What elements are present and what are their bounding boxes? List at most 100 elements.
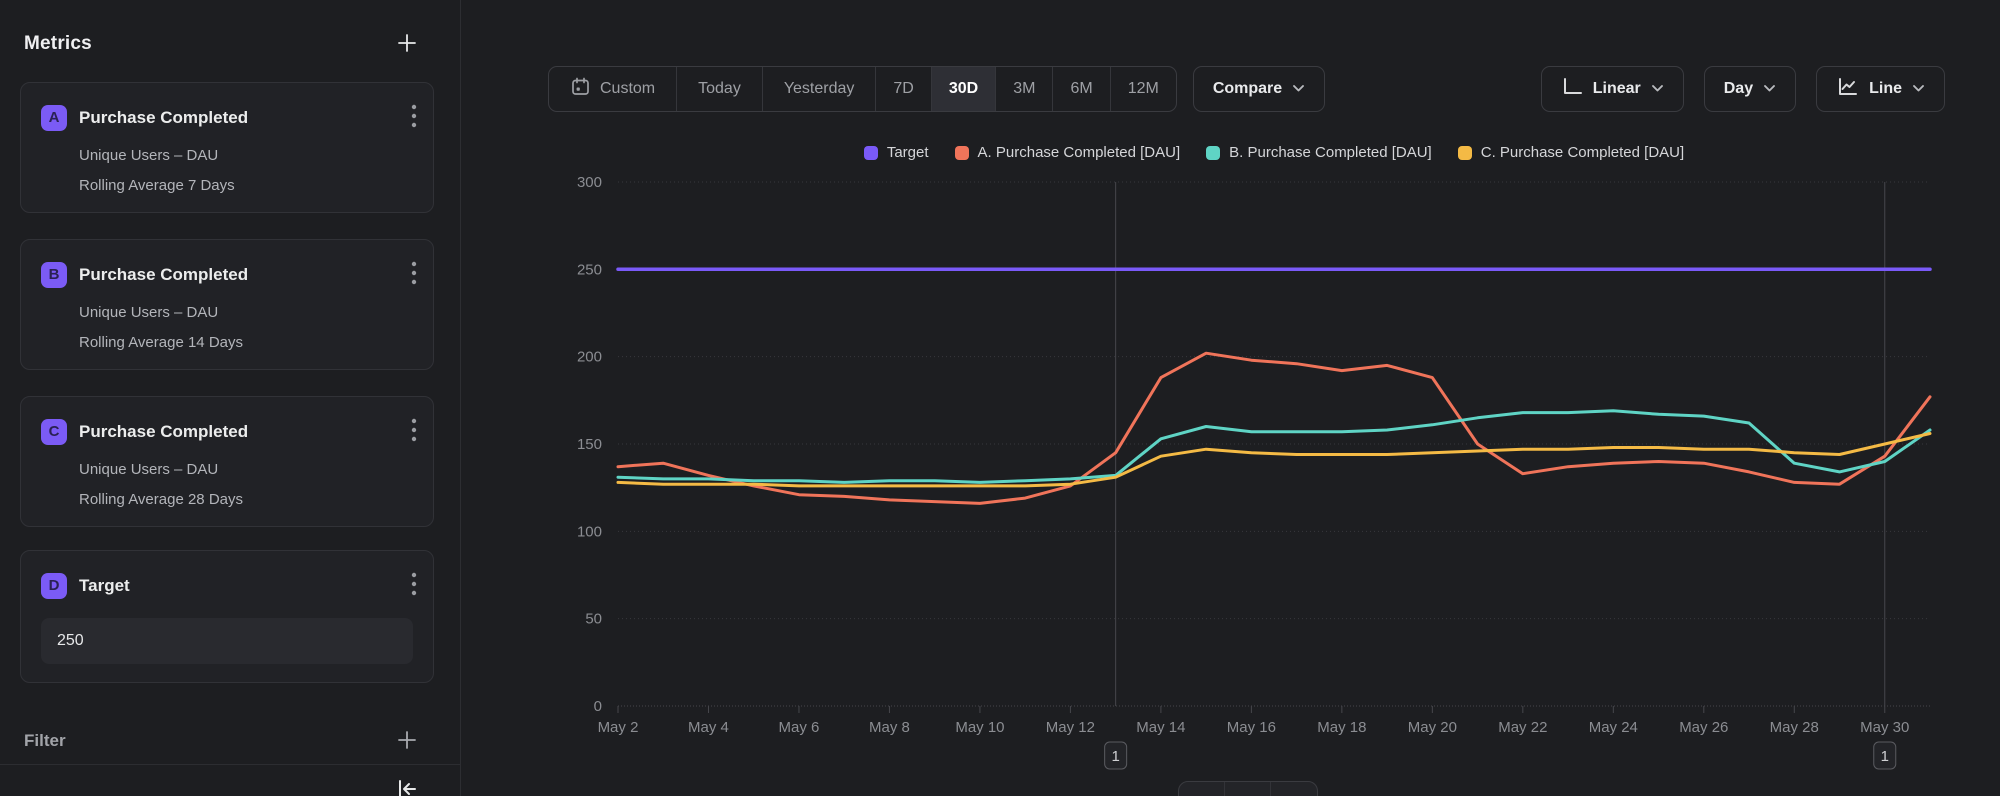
annotation-badge-label: 1 bbox=[1881, 748, 1889, 765]
chevron-down-icon bbox=[1763, 80, 1776, 98]
chevron-down-icon bbox=[1651, 80, 1664, 98]
range-label: 7D bbox=[893, 80, 913, 98]
metric-badge-c: C bbox=[41, 419, 67, 445]
chart-type-label: Line bbox=[1869, 80, 1902, 98]
chart-panel: Custom Today Yesterday 7D 30D 3M 6M 12M … bbox=[461, 0, 2000, 796]
interval-selector-button[interactable]: Day bbox=[1704, 66, 1796, 112]
collapse-sidebar-button[interactable] bbox=[392, 774, 422, 796]
x-axis-tick-label: May 20 bbox=[1408, 719, 1457, 736]
compare-button[interactable]: Compare bbox=[1193, 66, 1325, 112]
range-label: Yesterday bbox=[784, 80, 855, 98]
range-label: 12M bbox=[1128, 80, 1159, 98]
sidebar-title: Metrics bbox=[24, 33, 92, 55]
chart-size-small-button[interactable] bbox=[1179, 782, 1225, 796]
x-axis-tick-label: May 18 bbox=[1317, 719, 1366, 736]
sidebar-divider bbox=[0, 764, 460, 765]
metrics-sidebar: Metrics A Purchase Completed Unique User… bbox=[0, 0, 460, 796]
x-axis-tick-label: May 16 bbox=[1227, 719, 1276, 736]
series-b bbox=[618, 411, 1930, 483]
x-axis-tick-label: May 14 bbox=[1136, 719, 1185, 736]
kebab-icon bbox=[411, 571, 417, 600]
line-chart[interactable]: 050100150200250300May 2May 4May 6May 8Ma… bbox=[560, 130, 1960, 790]
x-axis-tick-label: May 4 bbox=[688, 719, 729, 736]
kebab-icon bbox=[411, 103, 417, 132]
date-range-selector: Custom Today Yesterday 7D 30D 3M 6M 12M bbox=[548, 66, 1177, 112]
metric-badge-d: D bbox=[41, 573, 67, 599]
range-label: 6M bbox=[1070, 80, 1092, 98]
filter-section: Filter bbox=[24, 726, 420, 756]
metric-measure: Unique Users – DAU bbox=[79, 304, 413, 321]
kebab-icon bbox=[411, 260, 417, 289]
x-axis-tick-label: May 28 bbox=[1770, 719, 1819, 736]
y-axis-tick-label: 100 bbox=[577, 523, 602, 540]
add-metric-button[interactable] bbox=[394, 30, 420, 59]
metric-rolling: Rolling Average 7 Days bbox=[79, 177, 413, 194]
x-axis-tick-label: May 26 bbox=[1679, 719, 1728, 736]
y-axis-tick-label: 200 bbox=[577, 349, 602, 366]
metric-badge-a: A bbox=[41, 105, 67, 131]
metric-menu-button[interactable] bbox=[409, 415, 419, 448]
target-menu-button[interactable] bbox=[409, 569, 419, 602]
collapse-left-icon bbox=[394, 776, 420, 796]
range-6m[interactable]: 6M bbox=[1053, 67, 1110, 111]
metric-card-c[interactable]: C Purchase Completed Unique Users – DAU … bbox=[20, 396, 434, 527]
range-3m[interactable]: 3M bbox=[996, 67, 1053, 111]
range-12m[interactable]: 12M bbox=[1111, 67, 1176, 111]
metric-measure: Unique Users – DAU bbox=[79, 147, 413, 164]
y-axis-tick-label: 250 bbox=[577, 261, 602, 278]
chevron-down-icon bbox=[1912, 80, 1925, 98]
y-axis-tick-label: 300 bbox=[577, 174, 602, 191]
line-chart-icon bbox=[1836, 76, 1859, 102]
range-custom[interactable]: Custom bbox=[549, 67, 677, 111]
chart-type-selector-button[interactable]: Line bbox=[1816, 66, 1945, 112]
kebab-icon bbox=[411, 417, 417, 446]
x-axis-tick-label: May 6 bbox=[779, 719, 820, 736]
interval-label: Day bbox=[1724, 80, 1753, 98]
range-label: 3M bbox=[1013, 80, 1035, 98]
range-7d[interactable]: 7D bbox=[876, 67, 931, 111]
range-label: 30D bbox=[949, 80, 978, 98]
range-today[interactable]: Today bbox=[677, 67, 763, 111]
metric-card-a[interactable]: A Purchase Completed Unique Users – DAU … bbox=[20, 82, 434, 213]
plus-icon bbox=[396, 729, 418, 754]
metric-card-b[interactable]: B Purchase Completed Unique Users – DAU … bbox=[20, 239, 434, 370]
x-axis-tick-label: May 2 bbox=[598, 719, 639, 736]
metric-menu-button[interactable] bbox=[409, 101, 419, 134]
metric-badge-b: B bbox=[41, 262, 67, 288]
range-yesterday[interactable]: Yesterday bbox=[763, 67, 877, 111]
chart-size-large-button[interactable] bbox=[1271, 782, 1317, 796]
annotation-badge-label: 1 bbox=[1111, 748, 1119, 765]
sidebar-header: Metrics bbox=[24, 30, 420, 58]
chart-size-toggle bbox=[1178, 781, 1318, 796]
range-label: Custom bbox=[600, 80, 655, 98]
metric-title: Purchase Completed bbox=[79, 422, 397, 442]
target-card[interactable]: D Target bbox=[20, 550, 434, 683]
chart-size-medium-button[interactable] bbox=[1225, 782, 1271, 796]
add-filter-button[interactable] bbox=[394, 727, 420, 756]
x-axis-tick-label: May 22 bbox=[1498, 719, 1547, 736]
compare-label: Compare bbox=[1213, 80, 1282, 98]
target-title: Target bbox=[79, 576, 397, 596]
y-axis-tick-label: 50 bbox=[585, 611, 602, 628]
scale-label: Linear bbox=[1593, 80, 1641, 98]
metric-title: Purchase Completed bbox=[79, 265, 397, 285]
scale-selector-button[interactable]: Linear bbox=[1541, 66, 1684, 112]
series-c bbox=[618, 434, 1930, 486]
metric-rolling: Rolling Average 28 Days bbox=[79, 491, 413, 508]
filter-label: Filter bbox=[24, 731, 66, 751]
chart-options: Linear Day Line bbox=[1541, 66, 1945, 112]
metrics-dashboard: Metrics A Purchase Completed Unique User… bbox=[0, 0, 2000, 796]
chart-area: TargetA. Purchase Completed [DAU]B. Purc… bbox=[560, 130, 1960, 790]
chart-toolbar: Custom Today Yesterday 7D 30D 3M 6M 12M … bbox=[548, 66, 1945, 112]
range-label: Today bbox=[698, 80, 741, 98]
metric-rolling: Rolling Average 14 Days bbox=[79, 334, 413, 351]
range-30d[interactable]: 30D bbox=[932, 67, 996, 111]
x-axis-tick-label: May 8 bbox=[869, 719, 910, 736]
target-value-input[interactable] bbox=[41, 618, 413, 664]
chevron-down-icon bbox=[1292, 80, 1305, 98]
x-axis-tick-label: May 12 bbox=[1046, 719, 1095, 736]
calendar-icon bbox=[570, 76, 591, 102]
x-axis-tick-label: May 10 bbox=[955, 719, 1004, 736]
x-axis-tick-label: May 30 bbox=[1860, 719, 1909, 736]
metric-menu-button[interactable] bbox=[409, 258, 419, 291]
